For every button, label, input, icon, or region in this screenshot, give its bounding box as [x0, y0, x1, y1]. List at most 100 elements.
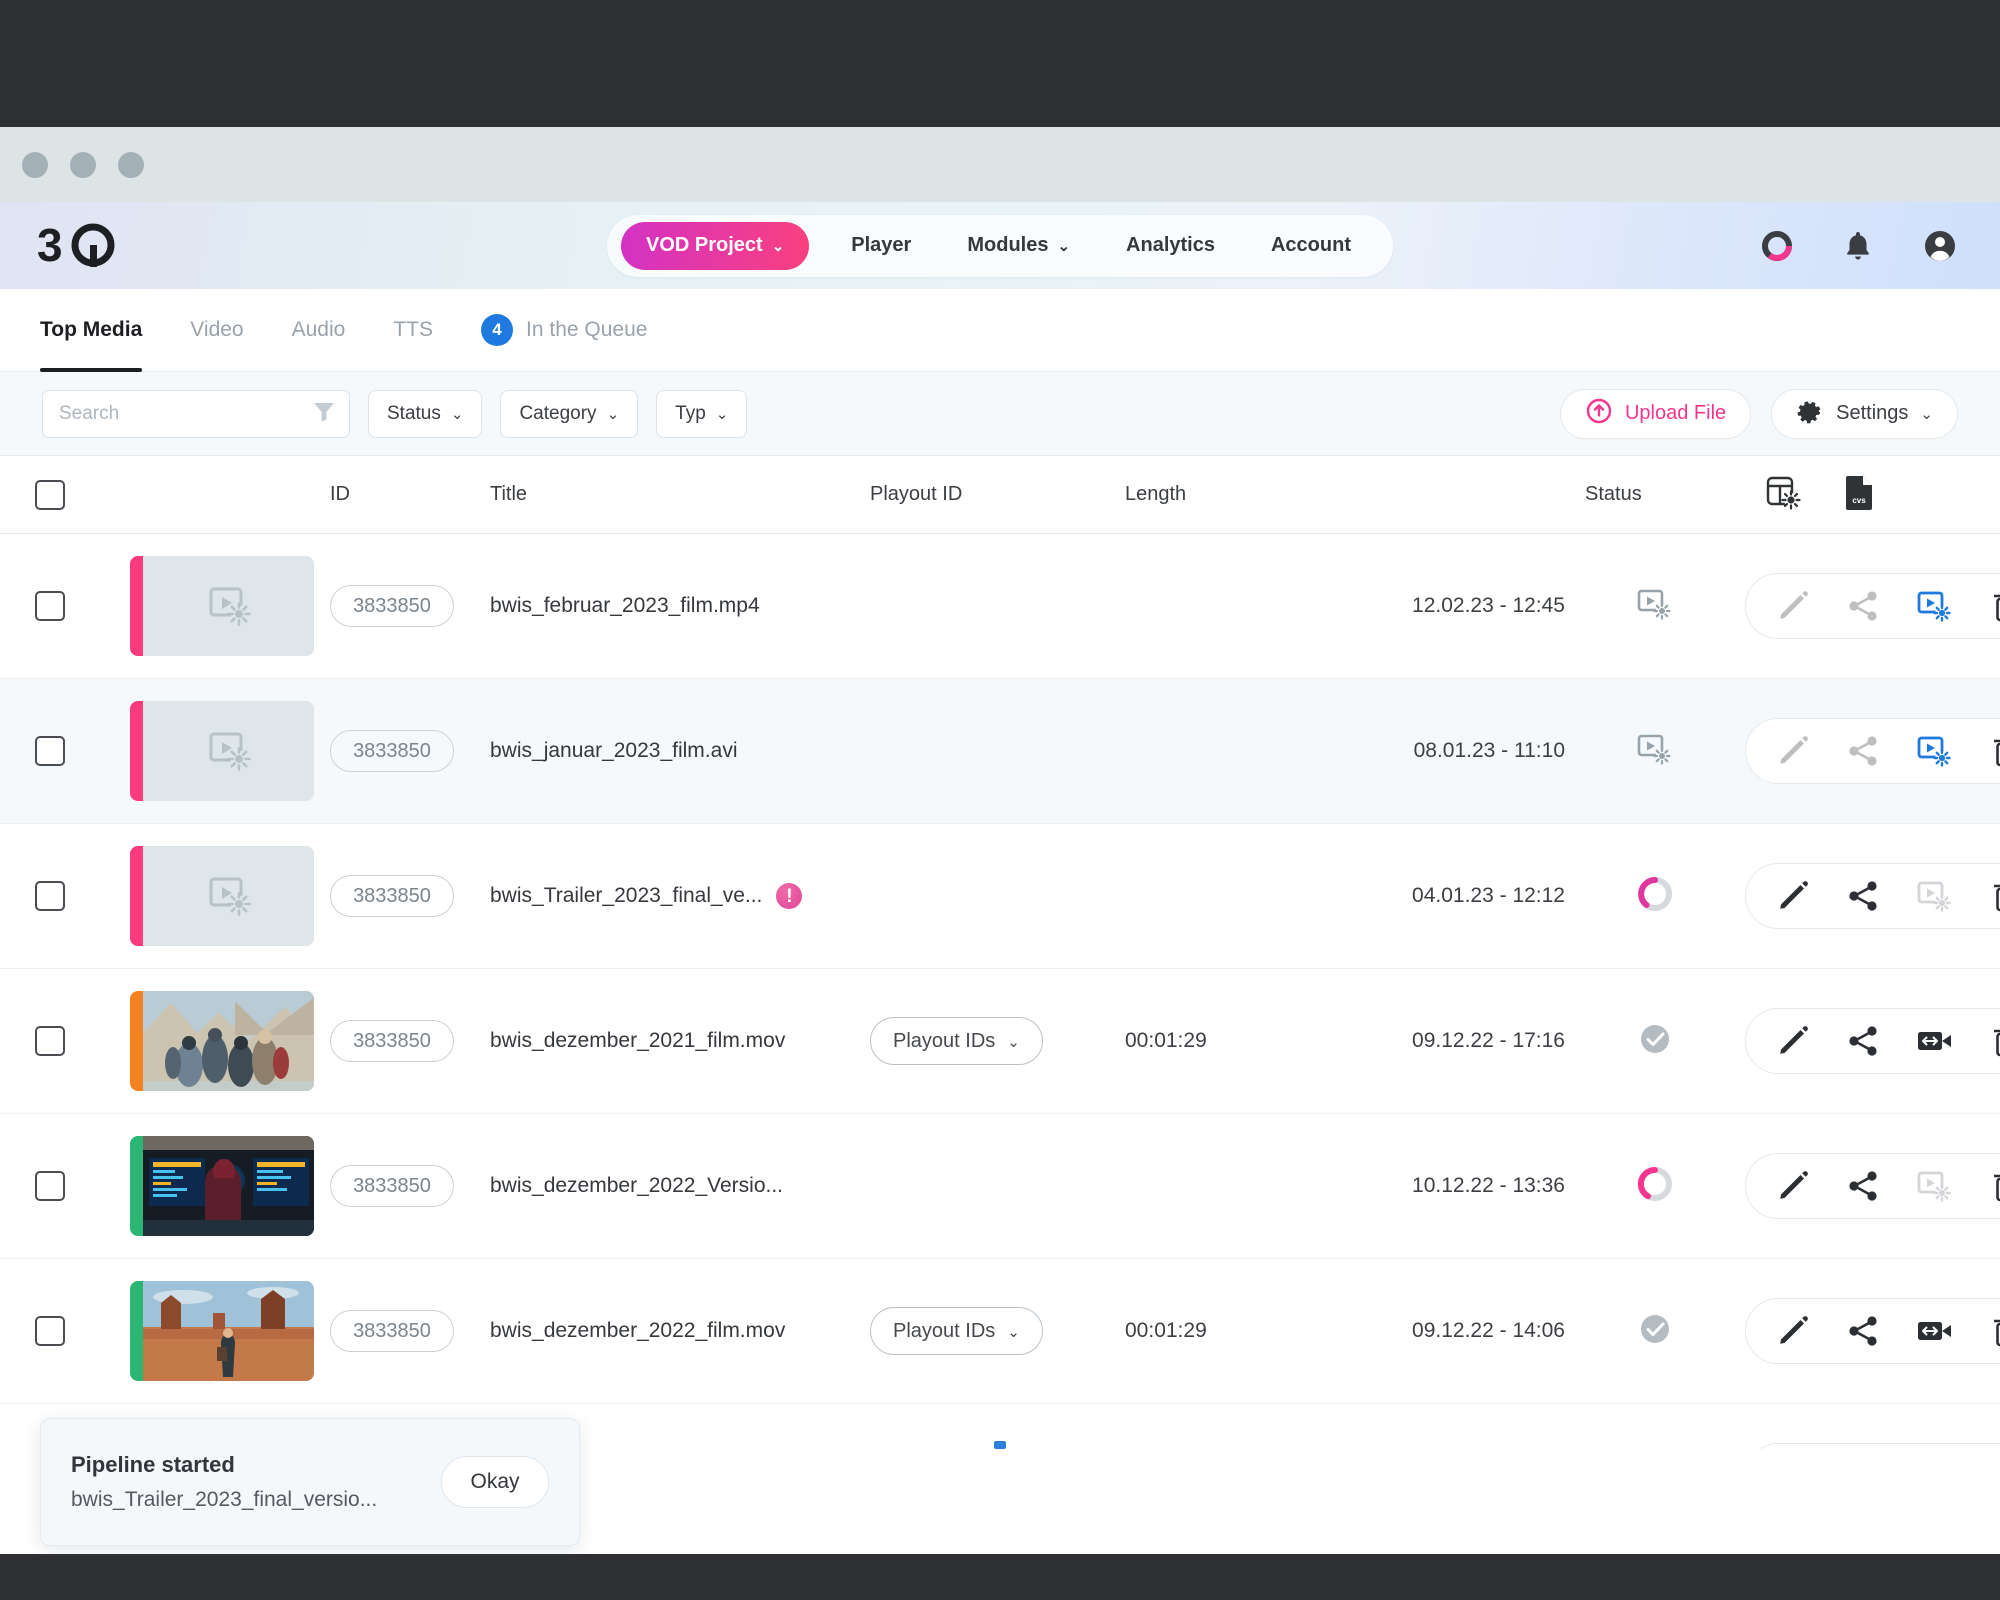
- error-badge-icon[interactable]: !: [776, 883, 803, 909]
- filter-category[interactable]: Category ⌄: [500, 389, 639, 438]
- thumbnail[interactable]: [130, 1136, 314, 1236]
- nav-item-analytics[interactable]: Analytics: [1098, 234, 1243, 257]
- account-circle-icon[interactable]: [1922, 228, 1958, 264]
- delete-icon[interactable]: [1990, 589, 2000, 623]
- search-box[interactable]: [42, 389, 350, 438]
- share-icon[interactable]: [1846, 879, 1880, 913]
- row-checkbox[interactable]: [35, 1316, 65, 1346]
- share-icon[interactable]: [1846, 1024, 1880, 1058]
- share-icon[interactable]: [1846, 1169, 1880, 1203]
- tab-audio[interactable]: Audio: [292, 289, 346, 372]
- search-input[interactable]: [59, 402, 311, 425]
- delete-icon[interactable]: [1990, 1169, 2000, 1203]
- edit-icon[interactable]: [1776, 1024, 1810, 1058]
- bell-icon[interactable]: [1842, 229, 1874, 263]
- video-trim-icon[interactable]: [1916, 1026, 1954, 1056]
- table-row[interactable]: 3833850 bwis_Trailer_2023_final_ve... ! …: [0, 824, 2000, 969]
- media-id-chip[interactable]: 3833850: [330, 585, 454, 627]
- media-id-chip[interactable]: 3833850: [330, 1310, 454, 1352]
- edit-icon[interactable]: [1776, 879, 1810, 913]
- progress-ring-icon[interactable]: [1760, 229, 1794, 263]
- row-checkbox[interactable]: [35, 1026, 65, 1056]
- check-circle-icon: [1636, 1310, 1674, 1353]
- scroll-indicator[interactable]: [994, 1441, 1006, 1449]
- video-trim-icon[interactable]: [1916, 1316, 1954, 1346]
- playout-ids-dropdown[interactable]: Playout IDs ⌄: [870, 1017, 1043, 1065]
- table-row[interactable]: 3833850 bwis_dezember_2022_film.mov Play…: [0, 1259, 2000, 1404]
- nav-item-modules[interactable]: Modules ⌄: [939, 234, 1098, 257]
- playout-ids-dropdown[interactable]: Playout IDs ⌄: [870, 1307, 1043, 1355]
- table-row[interactable]: 3833850 bwis_dezember_2021_film.mov Play…: [0, 969, 2000, 1114]
- row-title-cell: bwis_januar_2023_film.avi: [490, 739, 870, 763]
- edit-icon[interactable]: [1776, 1314, 1810, 1348]
- tab-video[interactable]: Video: [190, 289, 243, 372]
- table-row[interactable]: 3833850 bwis_januar_2023_film.avi 08.01.…: [0, 679, 2000, 824]
- table-row[interactable]: 3833850 bwis_februar_2023_film.mp4 12.02…: [0, 534, 2000, 679]
- cvs-file-icon[interactable]: cvs: [1843, 473, 1877, 517]
- media-title[interactable]: bwis_februar_2023_film.mp4: [490, 594, 760, 618]
- toast-okay-button[interactable]: Okay: [441, 1456, 549, 1508]
- window-dot-close[interactable]: [22, 151, 48, 178]
- table-row[interactable]: 3833850 bwis_dezember_2022_Versio... 10.…: [0, 1114, 2000, 1259]
- upload-file-button[interactable]: Upload File: [1559, 388, 1752, 439]
- thumbnail[interactable]: [130, 991, 314, 1091]
- media-title[interactable]: bwis_dezember_2022_film.mov: [490, 1319, 785, 1343]
- thumbnail-accent-bar: [130, 1281, 143, 1381]
- media-date: 08.01.23 - 11:10: [1413, 739, 1565, 762]
- video-settings-icon[interactable]: [1916, 1167, 1954, 1205]
- row-action-group: [1745, 573, 2000, 639]
- row-checkbox[interactable]: [35, 591, 65, 621]
- media-length: 00:01:29: [1125, 1319, 1207, 1342]
- media-id-chip[interactable]: 3833850: [330, 1020, 454, 1062]
- svg-text:cvs: cvs: [1852, 496, 1866, 505]
- delete-icon[interactable]: [1990, 1314, 2000, 1348]
- thumbnail[interactable]: [130, 556, 314, 656]
- row-checkbox[interactable]: [35, 736, 65, 766]
- delete-icon[interactable]: [1990, 879, 2000, 913]
- thumbnail[interactable]: [130, 846, 314, 946]
- row-checkbox[interactable]: [35, 881, 65, 911]
- share-icon[interactable]: [1846, 734, 1880, 768]
- table-settings-icon[interactable]: [1763, 473, 1801, 517]
- media-title[interactable]: bwis_dezember_2021_film.mov: [490, 1029, 785, 1053]
- media-id-chip[interactable]: 3833850: [330, 875, 454, 917]
- edit-icon[interactable]: [1776, 1169, 1810, 1203]
- encoding-icon: [1636, 730, 1674, 773]
- edit-icon[interactable]: [1776, 589, 1810, 623]
- row-actions-cell: [1745, 1008, 2000, 1074]
- media-title[interactable]: bwis_januar_2023_film.avi: [490, 739, 737, 763]
- media-date: 10.12.22 - 13:36: [1412, 1174, 1565, 1197]
- edit-icon[interactable]: [1776, 734, 1810, 768]
- video-settings-icon[interactable]: [1916, 587, 1954, 625]
- media-title[interactable]: bwis_dezember_2022_Versio...: [490, 1174, 783, 1198]
- window-dot-maximize[interactable]: [118, 151, 144, 178]
- funnel-icon[interactable]: [311, 398, 337, 429]
- row-checkbox[interactable]: [35, 1171, 65, 1201]
- row-title-cell: bwis_dezember_2021_film.mov: [490, 1029, 870, 1053]
- brand-logo-icon[interactable]: 3: [36, 218, 122, 274]
- tab-top-media[interactable]: Top Media: [40, 289, 143, 372]
- thumbnail[interactable]: [130, 701, 314, 801]
- video-settings-icon[interactable]: [1916, 877, 1954, 915]
- nav-item-account[interactable]: Account: [1243, 234, 1379, 257]
- share-icon[interactable]: [1846, 589, 1880, 623]
- delete-icon[interactable]: [1990, 1024, 2000, 1058]
- video-settings-icon[interactable]: [1916, 732, 1954, 770]
- share-icon[interactable]: [1846, 1314, 1880, 1348]
- thumbnail[interactable]: [130, 1281, 314, 1381]
- media-id-chip[interactable]: 3833850: [330, 730, 454, 772]
- nav-item-player[interactable]: Player: [823, 234, 939, 257]
- filter-status[interactable]: Status ⌄: [368, 389, 483, 438]
- settings-button[interactable]: Settings ⌄: [1771, 388, 1958, 439]
- select-all-checkbox[interactable]: [35, 479, 65, 510]
- project-selector[interactable]: VOD Project ⌄: [621, 221, 810, 270]
- media-title[interactable]: bwis_Trailer_2023_final_ve...: [490, 884, 762, 908]
- tab-tts[interactable]: TTS: [393, 289, 433, 372]
- window-dot-minimize[interactable]: [70, 151, 96, 178]
- delete-icon[interactable]: [1990, 734, 2000, 768]
- row-date-cell: 10.12.22 - 13:36: [1315, 1174, 1565, 1198]
- filter-typ[interactable]: Typ ⌄: [656, 389, 748, 438]
- media-id-chip[interactable]: 3833850: [330, 1165, 454, 1207]
- row-select-cell: [0, 591, 100, 621]
- tab-in-the-queue[interactable]: 4 In the Queue: [481, 289, 647, 372]
